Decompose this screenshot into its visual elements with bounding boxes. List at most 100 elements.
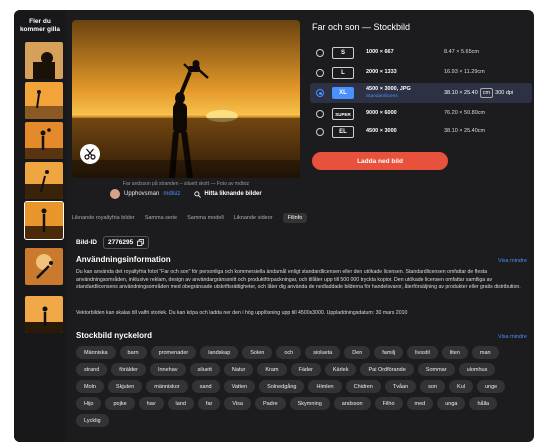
image-id-value: 2776295	[107, 239, 134, 246]
keyword-chip[interactable]: sand	[191, 380, 220, 393]
unit-select[interactable]: cm	[479, 88, 494, 98]
keyword-chip[interactable]: Visa	[224, 397, 251, 410]
keyword-chip[interactable]: Den	[344, 346, 371, 359]
keyword-chip[interactable]: och	[276, 346, 302, 359]
keyword-chip[interactable]: hålla	[469, 397, 498, 410]
radio-button[interactable]	[316, 128, 324, 136]
keyword-chip[interactable]: unga	[437, 397, 466, 410]
keyword-chip[interactable]: Människa	[76, 346, 116, 359]
keyword-chip[interactable]: Himlen	[308, 380, 342, 393]
find-similar-button[interactable]: Hitta liknande bilder	[194, 190, 262, 198]
keyword-chip[interactable]: siluett	[189, 363, 220, 376]
crop-scissors-button[interactable]	[80, 144, 100, 164]
keyword-chip[interactable]: Filho	[374, 397, 403, 410]
keyword-chip[interactable]: Fäder	[290, 363, 321, 376]
author-prefix: Upphovsman	[124, 191, 160, 197]
size-dimensions: 2000 × 1333	[366, 69, 397, 75]
keyword-chip[interactable]: liten	[441, 346, 468, 359]
keyword-chip[interactable]: Natur	[223, 363, 254, 376]
keyword-chip[interactable]: förälder	[111, 363, 146, 376]
size-badge: SUPER	[332, 108, 354, 120]
tab-similar-videos[interactable]: Liknande videor	[234, 213, 273, 223]
download-button[interactable]: Ladda ned bild	[312, 152, 448, 170]
radio-button[interactable]	[316, 69, 324, 77]
size-badge: S	[332, 47, 354, 59]
keyword-chip[interactable]: siolueta	[305, 346, 341, 359]
keyword-chip[interactable]: land	[167, 397, 194, 410]
size-cm: 38.10 × 25.40	[444, 90, 478, 96]
keyword-chip[interactable]: Tvåan	[384, 380, 417, 393]
keyword-chip[interactable]: Padre	[254, 397, 286, 410]
keyword-chip[interactable]: Kärlek	[324, 363, 357, 376]
keyword-chip[interactable]: promenader	[150, 346, 197, 359]
tab-file-info[interactable]: Filinfo	[282, 213, 308, 223]
usage-toggle-link[interactable]: Visa mindre	[498, 258, 527, 264]
main-photo[interactable]	[72, 20, 300, 178]
radio-button[interactable]	[316, 49, 324, 57]
size-badge: L	[332, 67, 354, 79]
usage-paragraph: Du kan använda det royaltyfria fotot "Fa…	[76, 269, 521, 291]
keyword-chip[interactable]: son	[420, 380, 446, 393]
keyword-chip[interactable]: Chidren	[345, 380, 381, 393]
thumbnail[interactable]	[25, 82, 63, 119]
keyword-chip[interactable]: andsson	[333, 397, 371, 410]
keyword-chip[interactable]: landskap	[200, 346, 239, 359]
keyword-chip[interactable]: Hijo	[76, 397, 102, 410]
keyword-chip[interactable]: strand	[76, 363, 108, 376]
size-option-l[interactable]: L 2000 × 1333 16.93 × 11.29cm	[310, 64, 532, 82]
keyword-chip[interactable]: Vatten	[223, 380, 256, 393]
keyword-chip[interactable]: ulomhus	[458, 363, 496, 376]
copy-icon[interactable]	[137, 239, 145, 246]
keyword-chip[interactable]: pojke	[105, 397, 135, 410]
thumbnail[interactable]	[25, 162, 63, 199]
keyword-chip[interactable]: Lycklig	[76, 414, 109, 427]
keyword-chip[interactable]: Innehav	[149, 363, 186, 376]
image-id-label: Bild-ID	[76, 239, 97, 246]
keyword-chip[interactable]: Solen	[242, 346, 273, 359]
thumbnail[interactable]	[25, 296, 63, 333]
radio-button-selected[interactable]	[316, 89, 324, 97]
dpi-value: 300 dpi	[495, 90, 514, 96]
keyword-chip[interactable]: livsstil	[407, 346, 438, 359]
keyword-chip[interactable]: unge	[476, 380, 506, 393]
keyword-chip[interactable]: far	[197, 397, 221, 410]
keyword-chip[interactable]: man	[471, 346, 499, 359]
size-option-s[interactable]: S 1000 × 667 8.47 × 5.65cm	[310, 44, 532, 62]
size-option-el[interactable]: EL 4500 × 3000 38.10 × 25.40cm	[310, 123, 532, 141]
author-link[interactable]: mdlsiz	[163, 191, 180, 197]
thumbnail[interactable]	[25, 248, 63, 285]
thumbnail-selected[interactable]	[24, 201, 64, 240]
photo-caption: Far andsson på stranden – siluett skott …	[122, 181, 250, 187]
size-dimensions: 4500 × 3000	[366, 128, 397, 134]
keyword-chip[interactable]: barn	[119, 346, 147, 359]
keywords-toggle-link[interactable]: Visa mindre	[498, 334, 527, 340]
tab-same-series[interactable]: Samma serie	[145, 213, 177, 223]
keyword-chip[interactable]: med	[406, 397, 434, 410]
keyword-chip[interactable]: Kul	[449, 380, 473, 393]
radio-button[interactable]	[316, 110, 324, 118]
keyword-chip[interactable]: Kram	[257, 363, 287, 376]
keywords-heading: Stockbild nyckelord	[76, 331, 153, 340]
license-label[interactable]: Standardlicens	[366, 94, 398, 99]
image-id: Bild-ID 2776295	[76, 236, 150, 249]
size-dimensions: 4500 × 3000, JPG	[366, 86, 411, 92]
thumbnail[interactable]	[25, 122, 63, 159]
tab-similar-royalty-free[interactable]: Liknande royaltyfria bilder	[72, 213, 135, 223]
thumbnail[interactable]	[25, 42, 63, 79]
keyword-chip[interactable]: familj	[374, 346, 404, 359]
keyword-chip[interactable]: Sommar	[417, 363, 455, 376]
keyword-chip[interactable]: Skymning	[289, 397, 330, 410]
keyword-chip[interactable]: hav	[138, 397, 164, 410]
search-icon	[194, 190, 202, 198]
keyword-chip[interactable]: människor	[146, 380, 188, 393]
stock-photo-modal: Fler du kommer gilla Far andsson på stra…	[14, 10, 534, 442]
keyword-chip[interactable]: Moln	[76, 380, 104, 393]
tab-same-model[interactable]: Samma modell	[187, 213, 224, 223]
related-thumbnails: Fler du kommer gilla	[14, 10, 66, 442]
keyword-chip[interactable]: Skjuten	[107, 380, 143, 393]
keyword-chip[interactable]: Pai Ordförande	[360, 363, 414, 376]
usage-details: Vektorbilden kan skalas till valfri stor…	[76, 310, 408, 316]
size-option-super[interactable]: SUPER 9000 × 6000 76.20 × 50.80cm	[310, 105, 532, 123]
keyword-chip[interactable]: Solnedgång	[259, 380, 305, 393]
size-option-xl[interactable]: XL 4500 × 3000, JPG Standardlicens 38.10…	[310, 83, 532, 103]
